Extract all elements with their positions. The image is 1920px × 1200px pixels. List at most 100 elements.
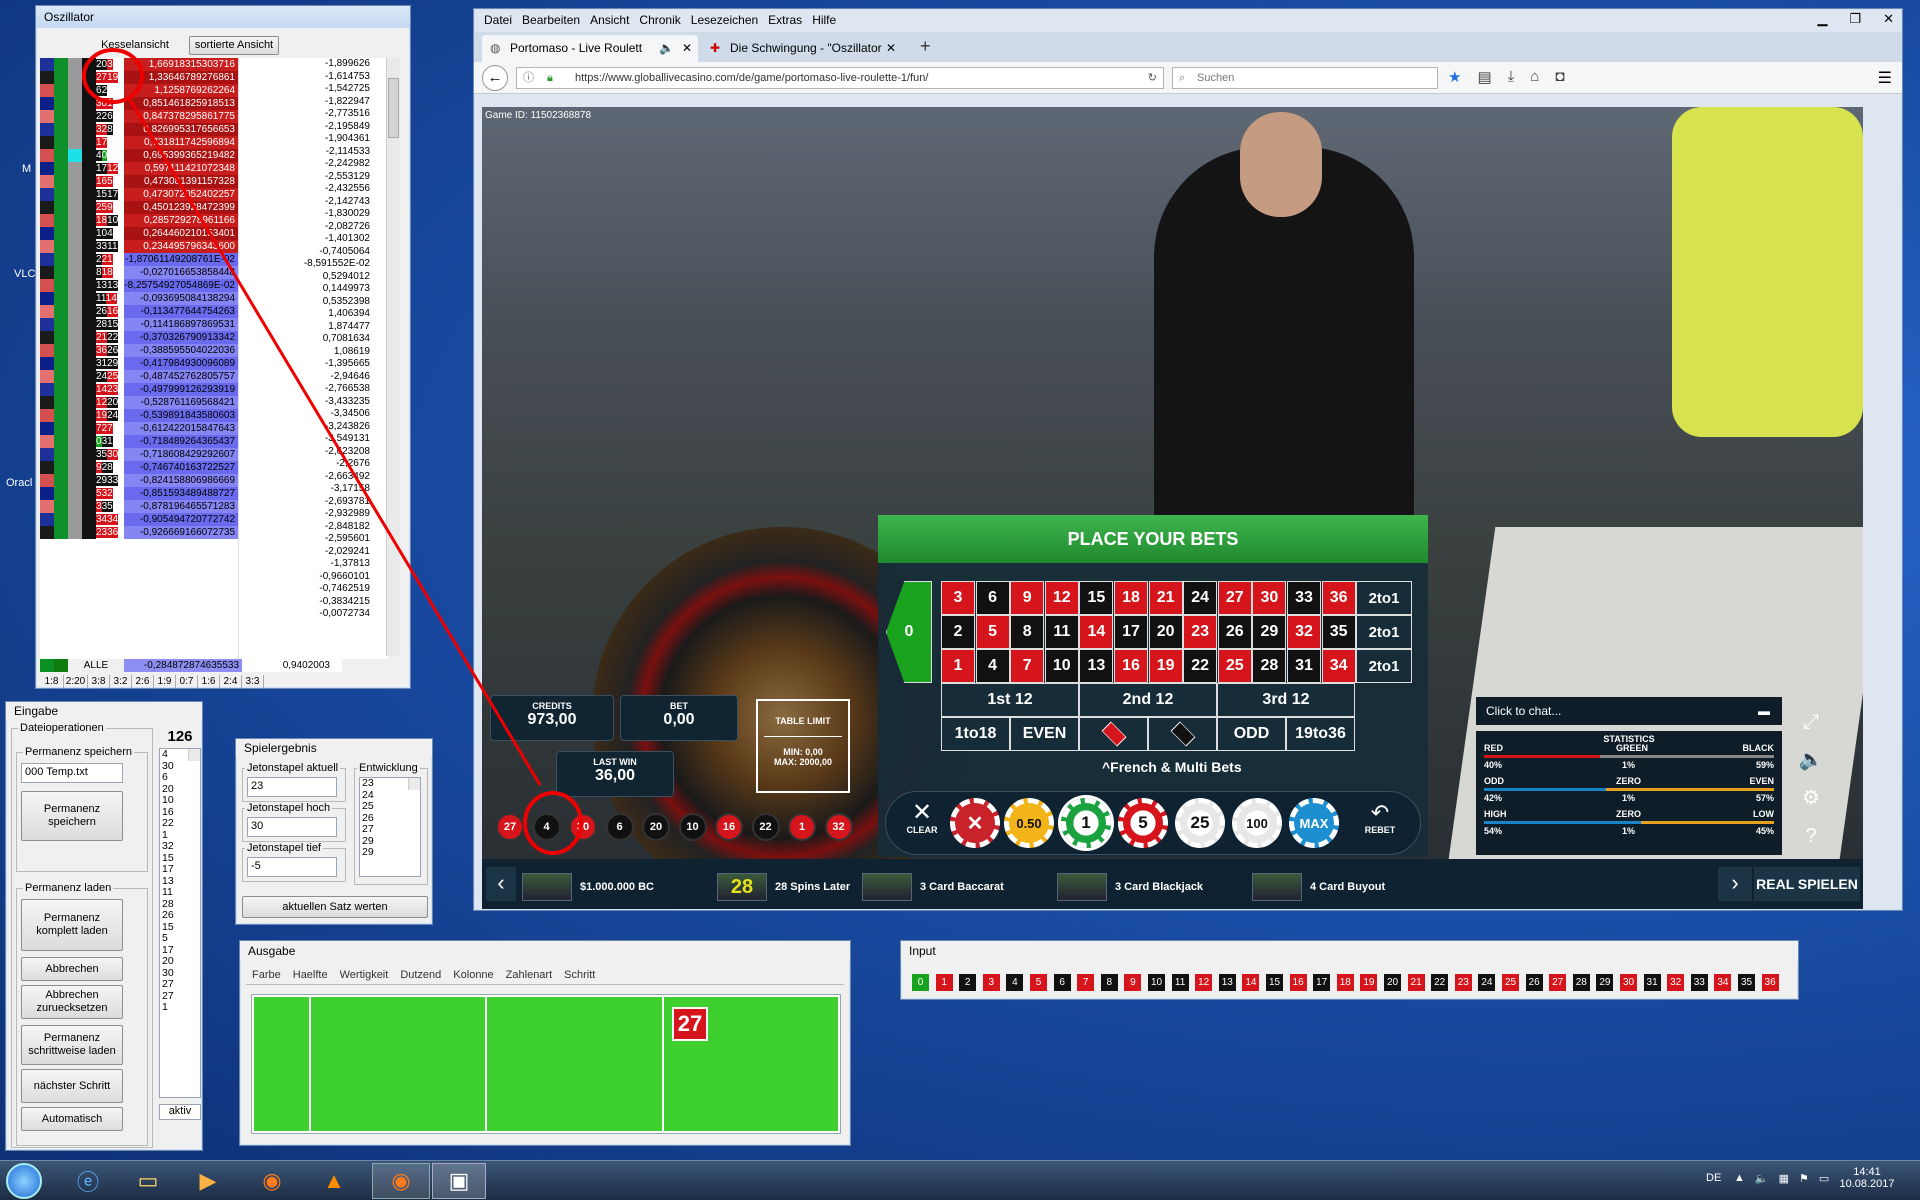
reading-list-icon[interactable]: ▤ bbox=[1477, 68, 1491, 86]
oszillator-row[interactable]: 104 0,264460210153401 bbox=[40, 227, 238, 240]
fullscreen-icon[interactable]: ⤢ bbox=[1796, 703, 1826, 741]
tray-flag-icon[interactable]: ⚑ bbox=[1799, 1172, 1809, 1185]
ausgabe-tab[interactable]: Schritt bbox=[558, 967, 601, 984]
bet-cell[interactable]: 4 bbox=[975, 649, 1010, 683]
chip-max[interactable]: MAX bbox=[1289, 798, 1339, 848]
chip-remove[interactable]: ✕ bbox=[950, 798, 1000, 848]
bet-cell[interactable]: 26 bbox=[1217, 615, 1252, 649]
real-spielen-button[interactable]: REAL SPIELEN bbox=[1754, 867, 1860, 901]
bet-dozen[interactable]: 2nd 12 bbox=[1079, 683, 1217, 717]
naechster-schritt-button[interactable]: nächster Schritt bbox=[21, 1069, 123, 1103]
bet-cell[interactable]: 33 bbox=[1287, 581, 1321, 615]
oszillator-row[interactable]: 3129 -0,417984930096089 bbox=[40, 357, 238, 370]
promo-item[interactable]: 4 Card Buyout bbox=[1252, 873, 1385, 901]
oszillator-row[interactable]: 203 1,66918315303716 bbox=[40, 58, 238, 71]
bet-outside[interactable]: ODD bbox=[1217, 717, 1286, 751]
tab-schwingung[interactable]: ✚ Die Schwingung - "Oszillator ✕ bbox=[702, 35, 902, 62]
explorer-icon[interactable]: ▭ bbox=[126, 1163, 170, 1199]
input-number[interactable]: 16 bbox=[1289, 974, 1307, 991]
chip-1[interactable]: 1 bbox=[1061, 798, 1111, 848]
entwicklung-item[interactable]: 25 bbox=[360, 800, 420, 813]
oszillator-row[interactable]: 727 -0,612422015847643 bbox=[40, 422, 238, 435]
info-icon[interactable]: ⓘ bbox=[523, 68, 534, 88]
entwicklung-list[interactable]: 23 24 25 26 27 29 29 bbox=[359, 777, 421, 877]
bet-dozen[interactable]: 1st 12 bbox=[941, 683, 1079, 717]
input-number[interactable]: 23 bbox=[1454, 974, 1472, 991]
media-player-icon[interactable]: ▶ bbox=[186, 1163, 230, 1199]
bet-cell[interactable]: 15 bbox=[1079, 581, 1114, 615]
ausgabe-tab[interactable]: Farbe bbox=[246, 967, 287, 984]
bet-cell[interactable]: 11 bbox=[1044, 615, 1079, 649]
bet-dozen[interactable]: 3rd 12 bbox=[1217, 683, 1355, 717]
chip-100[interactable]: 100 bbox=[1232, 798, 1282, 848]
lang-indicator[interactable]: DE bbox=[1706, 1172, 1721, 1184]
bet-column[interactable]: 2to1 bbox=[1356, 649, 1412, 683]
bet-cell[interactable]: 20 bbox=[1148, 615, 1183, 649]
bookmark-star-icon[interactable]: ★ bbox=[1448, 68, 1461, 86]
input-number[interactable]: 30 bbox=[1620, 974, 1637, 991]
input-number[interactable]: 7 bbox=[1077, 974, 1095, 991]
oszillator-row[interactable]: 2336 -0,926669166072735 bbox=[40, 526, 238, 539]
bet-cell[interactable]: 29 bbox=[1252, 615, 1287, 649]
oszillator-row[interactable]: 2425 -0,487452762805757 bbox=[40, 370, 238, 383]
input-number[interactable]: 31 bbox=[1643, 974, 1661, 991]
oszillator-row[interactable]: 031 -0,718489264365437 bbox=[40, 435, 238, 448]
input-number[interactable]: 22 bbox=[1431, 974, 1449, 991]
permanenz-item[interactable]: 20 bbox=[160, 955, 200, 968]
bet-outside[interactable]: 19to36 bbox=[1286, 717, 1355, 751]
input-number[interactable]: 8 bbox=[1100, 974, 1118, 991]
bet-cell[interactable]: 2 bbox=[941, 615, 975, 649]
desktop-label-vlc[interactable]: VLC bbox=[14, 268, 35, 280]
bet-cell[interactable]: 12 bbox=[1044, 581, 1079, 615]
input-number[interactable]: 25 bbox=[1502, 974, 1519, 991]
oszillator-row[interactable]: 3626 -0,388595504022036 bbox=[40, 344, 238, 357]
input-number[interactable]: 33 bbox=[1690, 974, 1708, 991]
bet-cell[interactable]: 10 bbox=[1044, 649, 1079, 683]
permanenz-item[interactable]: 11 bbox=[160, 886, 200, 899]
bet-column[interactable]: 2to1 bbox=[1356, 581, 1412, 615]
komplett-laden-button[interactable]: Permanenz komplett laden bbox=[21, 899, 123, 951]
promo-prev-button[interactable]: ‹ bbox=[486, 867, 516, 901]
filename-input[interactable]: 000 Temp.txt bbox=[21, 763, 123, 783]
help-icon[interactable]: ? bbox=[1796, 817, 1826, 855]
tray-network-icon[interactable]: ▦ bbox=[1779, 1172, 1789, 1185]
input-number[interactable]: 17 bbox=[1313, 974, 1331, 991]
bet-cell[interactable]: 28 bbox=[1252, 649, 1287, 683]
bet-cell[interactable]: 1 bbox=[941, 649, 975, 683]
bet-cell[interactable]: 36 bbox=[1321, 581, 1356, 615]
oszillator-row[interactable]: 40 0,695399365219482 bbox=[40, 149, 238, 162]
oszillator-row[interactable]: 1712 0,597111421072348 bbox=[40, 162, 238, 175]
permanenz-item[interactable]: 5 bbox=[160, 932, 200, 945]
input-number[interactable]: 28 bbox=[1572, 974, 1590, 991]
oszillator-row[interactable]: 17 0,731811742596894 bbox=[40, 136, 238, 149]
input-number[interactable]: 19 bbox=[1360, 974, 1378, 991]
oszillator-row[interactable]: 62 1,1258769262264 bbox=[40, 84, 238, 97]
oszillator-row[interactable]: 1313 -8,25754927054869E-02 bbox=[40, 279, 238, 292]
oszillator-row[interactable]: 165 0,473081391157328 bbox=[40, 175, 238, 188]
schrittweise-laden-button[interactable]: Permanenz schrittweise laden bbox=[21, 1025, 123, 1065]
oszillator-row[interactable]: 1220 -0,528761169568421 bbox=[40, 396, 238, 409]
bet-cell[interactable]: 22 bbox=[1183, 649, 1218, 683]
input-number[interactable]: 5 bbox=[1030, 974, 1047, 991]
input-number[interactable]: 2 bbox=[959, 974, 977, 991]
oszillator-row[interactable]: 532 -0,851593489488727 bbox=[40, 487, 238, 500]
bet-cell[interactable]: 21 bbox=[1148, 581, 1183, 615]
chip-0.50[interactable]: 0.50 bbox=[1004, 798, 1054, 848]
menu-ansicht[interactable]: Ansicht bbox=[590, 13, 629, 27]
oszillator-row[interactable]: 1810 0,285729278961166 bbox=[40, 214, 238, 227]
bet-black-diamond[interactable] bbox=[1148, 717, 1217, 751]
tab2-close-icon[interactable]: ✕ bbox=[886, 35, 896, 62]
bet-cell[interactable]: 35 bbox=[1321, 615, 1356, 649]
promo-next-button[interactable]: › bbox=[1718, 867, 1752, 901]
promo-item[interactable]: 28 28 Spins Later bbox=[717, 873, 850, 901]
input-number[interactable]: 26 bbox=[1525, 974, 1543, 991]
desktop-label-oracle[interactable]: Oracl bbox=[6, 477, 32, 489]
input-number[interactable]: 35 bbox=[1738, 974, 1755, 991]
bet-cell[interactable]: 19 bbox=[1148, 649, 1183, 683]
ausgabe-tab[interactable]: Wertigkeit bbox=[334, 967, 395, 984]
bet-cell[interactable]: 9 bbox=[1010, 581, 1045, 615]
oszillator-row[interactable]: 221 -1,87061149208761E-02 bbox=[40, 253, 238, 266]
promo-item[interactable]: 3 Card Blackjack bbox=[1057, 873, 1203, 901]
menu-bearbeiten[interactable]: Bearbeiten bbox=[522, 13, 580, 27]
bet-outside[interactable]: EVEN bbox=[1010, 717, 1079, 751]
